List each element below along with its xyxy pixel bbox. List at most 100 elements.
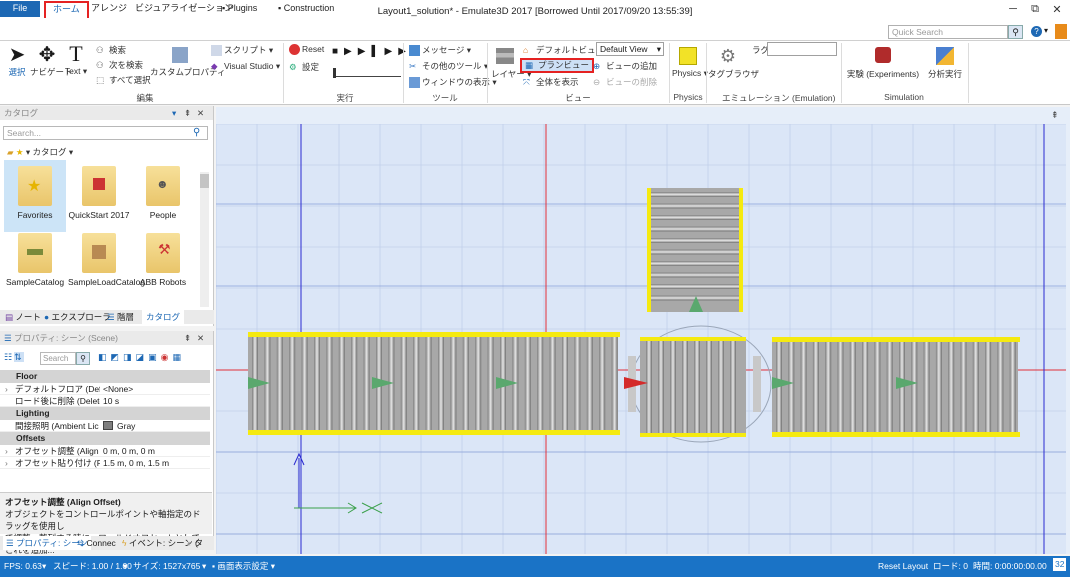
property-value[interactable]: 1.5 m, 0 m, 1.5 m [103,457,169,469]
pin-icon[interactable]: ⇞ [184,106,191,120]
other-tools-button[interactable]: ✂ その他のツール ▾ [409,60,488,72]
speed-slider[interactable] [333,68,401,78]
tab-construction[interactable]: ▪ Construction [271,1,341,17]
catalog-item[interactable]: ⚒ ABB Robots [132,227,194,299]
property-tool-icon[interactable]: ▣ [148,352,161,362]
reset-layout-button[interactable]: Reset Layout [878,557,928,575]
catalog-search-icon[interactable]: ⚲ [193,127,200,138]
expand-icon[interactable]: › [5,445,8,457]
default-view-button[interactable]: ⌂ デフォルトビュー [523,44,604,56]
panel-close-icon[interactable]: ✕ [197,331,204,345]
catalog-item[interactable]: ☻ People [132,160,194,232]
property-row[interactable]: 間接照明 (Ambient Lic Gray [0,420,210,432]
tab-catalog[interactable]: カタログ [142,310,185,324]
catalog-scrollbar[interactable] [200,172,209,307]
tab-notes[interactable]: ▤ ノート [5,310,41,324]
properties-search-icon[interactable]: ⚲ [76,352,90,365]
reset-button[interactable]: Reset [289,44,324,56]
property-row[interactable]: › オフセット調整 (Align O0 m, 0 m, 0 m [0,445,210,457]
sort-alpha-icon[interactable]: ⇅ [14,352,24,362]
restore-icon[interactable]: ⧉ [1024,3,1046,19]
show-all-button[interactable]: ⤧ 全体を表示 [523,76,579,88]
sort-category-icon[interactable]: ☷ [4,352,14,362]
panel-close-icon[interactable]: ✕ [197,106,204,120]
close-icon[interactable]: ✕ [1046,3,1068,19]
step-icon[interactable]: ▶▌ [358,46,385,57]
property-row[interactable]: ロード後に削除 (Delete 10 s [0,395,210,407]
property-section[interactable]: Lighting [0,407,210,420]
expand-icon[interactable]: › [5,383,8,395]
speed-dropdown-icon[interactable]: ▾ [123,557,127,575]
size-dropdown-icon[interactable]: ▾ [202,557,206,575]
physics-button[interactable]: Physics ▾ [672,44,708,79]
minimize-icon[interactable]: ─ [1002,3,1024,19]
property-value[interactable]: 0 m, 0 m, 0 m [103,445,155,457]
navigate-button[interactable]: ✥ ナビゲート [30,44,73,78]
axis-gizmo[interactable] [293,452,383,514]
messages-button[interactable]: メッセージ ▾ [409,44,471,57]
stop-icon[interactable]: ■ [332,46,344,57]
property-row[interactable]: › オフセット貼り付け (Paste1.5 m, 0 m, 1.5 m [0,457,210,469]
catalog-scrollbar-thumb[interactable] [200,174,209,188]
settings-button[interactable]: ⚙ 設定 [289,61,319,73]
property-tool-icon[interactable]: ◧ [98,352,111,362]
tab-file[interactable]: File [0,1,40,17]
property-value[interactable]: <None> [103,383,133,395]
text-button[interactable]: T Text ▾ [64,42,88,77]
tag-input[interactable] [767,42,837,56]
dropdown-icon[interactable]: ▾ [172,106,176,120]
catalog-breadcrumb[interactable]: ▰ ★ ▾ カタログ ▾ [7,146,73,158]
custom-properties-button[interactable]: カスタムプロパティ [150,44,225,78]
conveyor-vertical[interactable] [647,188,743,312]
search-button[interactable]: ⚇ 検索 [96,44,126,56]
select-button[interactable]: ➤ 選択 [4,44,30,78]
pin-icon[interactable]: ⇞ [184,331,191,345]
speed-slider-thumb[interactable] [333,68,336,78]
catalog-item[interactable]: QuickStart 2017 [68,160,130,232]
tab-plugins[interactable]: ▪ Plugins [215,1,264,17]
view-select[interactable]: Default View ▾ [596,42,664,56]
property-tool-icon[interactable]: ◪ [136,352,149,362]
search-next-button[interactable]: ⚇ 次を検索 [96,59,143,71]
catalog-search-input[interactable]: Search... [3,126,208,140]
visual-studio-button[interactable]: ◆ Visual Studio ▾ [211,61,280,72]
catalog-item[interactable]: SampleCatalog [4,227,66,299]
property-section[interactable]: Floor [0,370,210,383]
tab-explorer[interactable]: ● エクスプローラ [44,310,111,324]
script-button[interactable]: スクリプト ▾ [211,44,273,57]
layer-button[interactable]: レイヤー ▾ [491,44,531,80]
help-dropdown-icon[interactable]: ▾ [1044,26,1048,35]
color-swatch[interactable] [103,421,113,430]
property-value[interactable]: 10 s [103,395,119,407]
expand-icon[interactable]: › [5,457,8,469]
catalog-item[interactable]: SampleLoadCatalog [68,227,145,299]
viewport-pin-icon[interactable]: ⇞ [1051,110,1059,121]
properties-search-input[interactable]: Search [40,352,76,365]
property-tool-icon[interactable]: ◨ [123,352,136,362]
property-value[interactable]: Gray [117,420,135,432]
tab-home[interactable]: ホーム [44,1,89,18]
catalog-item[interactable]: ★ Favorites [4,160,66,232]
quick-search-input[interactable]: Quick Search [888,25,1008,39]
fast-forward-icon[interactable]: ▶▶ [385,46,412,57]
window-show-button[interactable]: ウィンドウの表示 ▾ [409,76,497,89]
play-icon[interactable]: ▶ [344,46,358,57]
property-tool-icon[interactable]: ◩ [111,352,124,362]
add-view-button[interactable]: ⊕ ビューの追加 [593,60,657,72]
tag-browser-button[interactable]: ⚙ タグブラウザ [708,44,759,80]
help-icon[interactable]: ? [1031,26,1042,37]
conveyor-left[interactable] [248,332,620,435]
user-icon[interactable] [1055,24,1067,39]
screen-settings-button[interactable]: ▪ 画面表示設定 ▾ [212,557,275,575]
property-section[interactable]: Offsets [0,432,210,445]
search-icon[interactable]: ⚲ [1008,25,1023,39]
property-tool-icon[interactable]: ◉ [161,352,173,362]
tab-connections[interactable]: ⇆ Connec [77,536,116,550]
delete-view-button[interactable]: ⊖ ビューの削除 [593,76,657,88]
tab-hierarchy[interactable]: ☰ 階層 [107,310,134,324]
analysis-button[interactable]: 分析実行 [925,44,965,80]
plan-view-button[interactable]: ▦ プランビュー [520,58,595,73]
select-all-button[interactable]: ⬚ すべて選択 [96,74,151,86]
fps-dropdown-icon[interactable]: ▾ [42,557,46,575]
tab-tags[interactable]: ◐ タ [187,536,203,550]
